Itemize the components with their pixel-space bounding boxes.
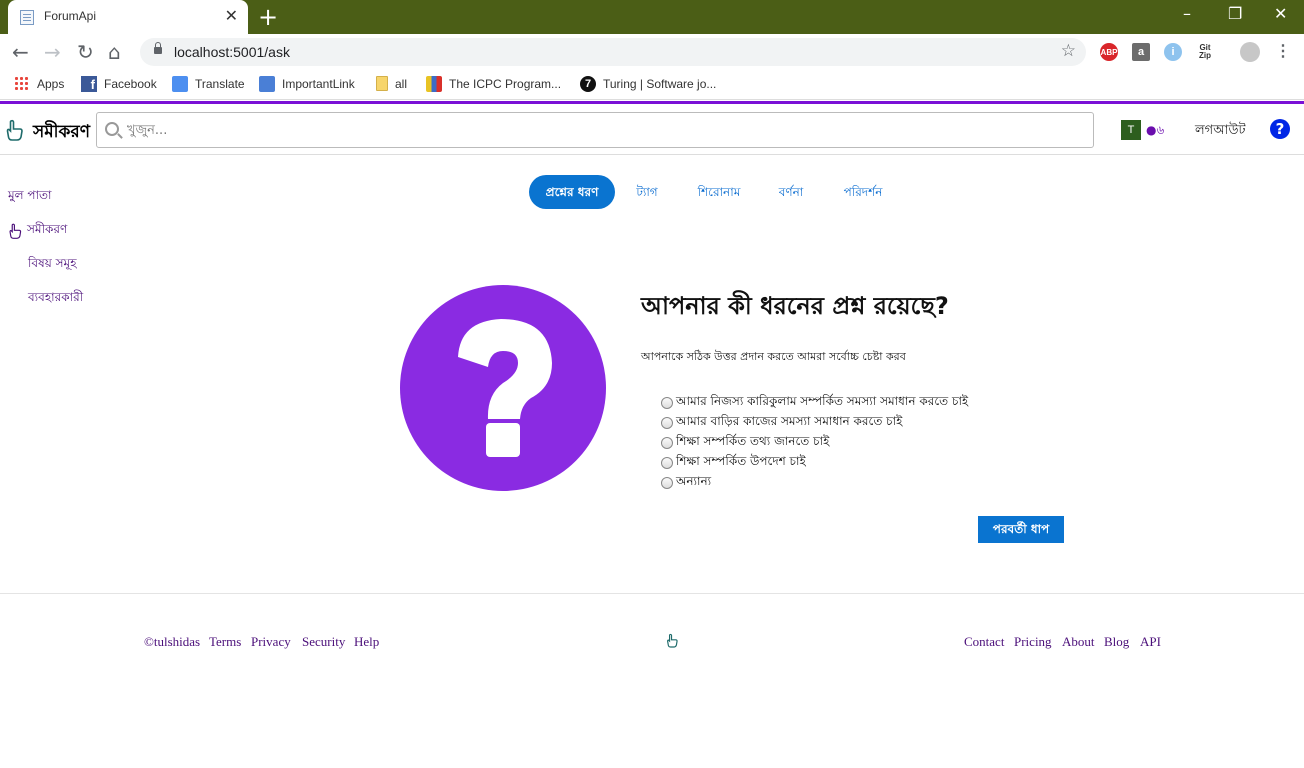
icpc-icon bbox=[426, 76, 442, 92]
bookmark-icpc[interactable]: The ICPC Program... bbox=[426, 76, 561, 92]
option-education-info[interactable]: শিক্ষা সম্পর্কিত তথ্য জানতে চাই bbox=[661, 433, 829, 453]
radio-button[interactable] bbox=[661, 477, 673, 489]
option-curriculum[interactable]: আমার নিজস্য কারিকুলাম সম্পর্কিত সমস্যা স… bbox=[661, 393, 968, 413]
pointing-hand-logo-icon[interactable] bbox=[5, 119, 25, 141]
footer-link-blog[interactable]: Blog bbox=[1104, 634, 1129, 650]
browser-menu-icon[interactable]: ⋮ bbox=[1274, 42, 1292, 60]
bookmark-translate[interactable]: Translate bbox=[172, 76, 245, 92]
option-other[interactable]: অন্যান্য bbox=[661, 473, 711, 493]
window-close-button[interactable]: ✕ bbox=[1274, 4, 1287, 24]
sidebar-item-home[interactable]: মুল পাতা bbox=[8, 187, 52, 207]
bookmark-apps[interactable]: Apps bbox=[14, 76, 64, 92]
footer-link-contact[interactable]: Contact bbox=[964, 634, 1004, 650]
footer-divider bbox=[0, 593, 1304, 594]
logout-link[interactable]: লগআউট bbox=[1195, 121, 1246, 142]
help-icon[interactable]: ? bbox=[1270, 119, 1290, 139]
tab-close-icon[interactable]: ✕ bbox=[225, 7, 238, 25]
footer-link-help[interactable]: Help bbox=[354, 634, 379, 650]
bookmark-turing[interactable]: 7 Turing | Software jo... bbox=[580, 76, 716, 92]
site-logo-text[interactable]: সমীকরণ bbox=[33, 119, 90, 147]
browser-toolbar: ← → ↻ ⌂ localhost:5001/ask ☆ ABP a i Git… bbox=[0, 34, 1304, 70]
radio-button[interactable] bbox=[661, 437, 673, 449]
footer-link-privacy[interactable]: Privacy bbox=[251, 634, 291, 650]
step-description[interactable]: বর্ণনা bbox=[772, 175, 810, 209]
window-minimize-button[interactable]: – bbox=[1183, 4, 1191, 24]
reload-icon[interactable]: ↻ bbox=[77, 40, 94, 64]
search-icon bbox=[105, 122, 119, 136]
page-subtitle: আপনাকে সঠিক উত্তর প্রদান করতে আমরা সর্বো… bbox=[641, 350, 906, 363]
bookmarks-bar: Apps f Facebook Translate ImportantLink a… bbox=[0, 70, 1304, 100]
apps-grid-icon bbox=[14, 76, 30, 92]
folder-icon bbox=[376, 76, 388, 91]
profile-avatar-icon[interactable] bbox=[1240, 42, 1260, 62]
option-homework[interactable]: আমার বাড়ির কাজের সমস্যা সমাধান করতে চাই bbox=[661, 413, 902, 433]
info-extension-icon[interactable]: i bbox=[1164, 43, 1182, 61]
option-education-advice[interactable]: শিক্ষা সম্পর্কিত উপদেশ চাই bbox=[661, 453, 806, 473]
home-icon[interactable]: ⌂ bbox=[108, 40, 121, 64]
a-extension-icon[interactable]: a bbox=[1132, 43, 1150, 61]
back-arrow-icon[interactable]: ← bbox=[12, 40, 29, 64]
reputation-badge: ●৬ bbox=[1146, 123, 1165, 137]
browser-tab[interactable]: ForumApi ✕ bbox=[8, 0, 248, 34]
footer-link-terms[interactable]: Terms bbox=[209, 634, 241, 650]
facebook-icon: f bbox=[81, 76, 97, 92]
window-maximize-button[interactable]: ❐ bbox=[1228, 4, 1242, 24]
step-tags[interactable]: ট্যাগ bbox=[627, 175, 667, 209]
bookmark-all[interactable]: all bbox=[376, 76, 407, 91]
tab-title: ForumApi bbox=[44, 9, 97, 23]
url-text[interactable]: localhost:5001/ask bbox=[174, 44, 290, 60]
address-bar[interactable]: localhost:5001/ask ☆ bbox=[140, 38, 1086, 66]
footer-copyright: ©tulshidas bbox=[144, 634, 201, 649]
user-avatar[interactable]: T bbox=[1121, 120, 1141, 140]
step-title[interactable]: শিরোনাম bbox=[690, 175, 748, 209]
sidebar-item-topics[interactable]: বিষয় সমূহ bbox=[28, 255, 77, 275]
turing-icon: 7 bbox=[580, 76, 596, 92]
forward-arrow-icon[interactable]: → bbox=[44, 40, 61, 64]
page-favicon-icon bbox=[20, 10, 34, 25]
footer-link-api[interactable]: API bbox=[1140, 634, 1161, 650]
adblock-extension-icon[interactable]: ABP bbox=[1100, 43, 1118, 61]
sidebar-item-users[interactable]: ব্যবহারকারী bbox=[28, 289, 83, 309]
radio-button[interactable] bbox=[661, 457, 673, 469]
next-step-button[interactable]: পরবর্তী ধাপ bbox=[978, 516, 1064, 543]
document-icon bbox=[259, 76, 275, 92]
sidebar-item-somikoron[interactable]: সমীকরণ bbox=[8, 221, 67, 241]
pointing-hand-icon bbox=[9, 223, 22, 239]
pointing-hand-footer-icon[interactable] bbox=[666, 633, 679, 648]
step-question-type[interactable]: প্রশ্নের ধরণ bbox=[529, 175, 615, 209]
bookmark-importantlink[interactable]: ImportantLink bbox=[259, 76, 355, 92]
bookmark-star-icon[interactable]: ☆ bbox=[1061, 41, 1076, 61]
page-heading: আপনার কী ধরনের প্রশ্ন রয়েছে? bbox=[641, 292, 949, 320]
step-review[interactable]: পরিদর্শন bbox=[836, 175, 890, 209]
gitzip-extension-icon[interactable]: Git Zip bbox=[1196, 43, 1214, 61]
radio-button[interactable] bbox=[661, 417, 673, 429]
site-header: সমীকরণ T ●৬ লগআউট ? bbox=[0, 104, 1304, 155]
question-mark-icon bbox=[400, 285, 606, 491]
footer-link-pricing[interactable]: Pricing bbox=[1014, 634, 1052, 650]
google-translate-icon bbox=[172, 76, 188, 92]
radio-button[interactable] bbox=[661, 397, 673, 409]
bookmark-facebook[interactable]: f Facebook bbox=[81, 76, 157, 92]
browser-titlebar: ForumApi ✕ + – ❐ ✕ bbox=[0, 0, 1304, 34]
footer-link-security[interactable]: Security bbox=[302, 634, 345, 650]
lock-icon bbox=[154, 42, 162, 54]
footer-link-about[interactable]: About bbox=[1062, 634, 1095, 650]
search-bar[interactable] bbox=[96, 112, 1094, 148]
new-tab-button[interactable]: + bbox=[258, 4, 278, 30]
search-input[interactable] bbox=[127, 119, 1067, 141]
